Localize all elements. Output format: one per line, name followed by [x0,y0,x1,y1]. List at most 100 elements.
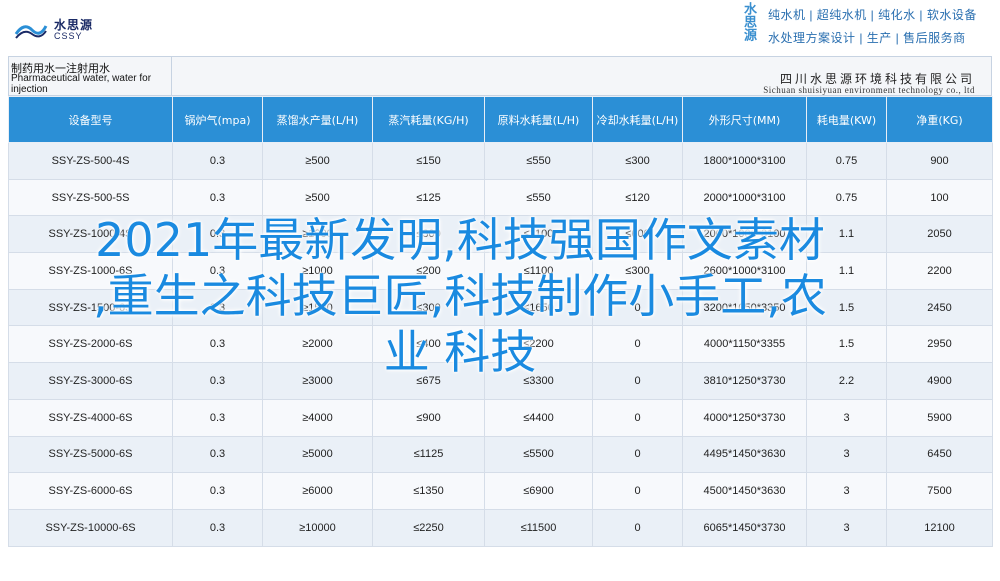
column-header: 蒸汽耗量(KG/H) [372,96,485,143]
page-header: 水思源 CSSY 水思源 纯水机 | 超纯水机 | 纯化水 | 软水设备 水处理… [0,0,1000,52]
table-cell: 1.1 [806,252,887,290]
table-cell: ≤1350 [372,472,485,510]
table-cell: 0.3 [172,508,263,547]
table-cell: ≤300 [372,288,485,327]
table-cell: ≤400 [372,325,485,364]
table-row: SSY-ZS-10000-6S 0.3 ≥10000 ≤2250 ≤11500 0 6065… [8,508,993,547]
table-cell: ≤5500 [484,435,593,474]
table-cell: 900 [886,142,993,180]
company-logo[interactable]: 水思源 CSSY [14,14,94,44]
table-cell: 0.75 [806,178,887,217]
table-row: SSY-ZS-6000-6S 0.3 ≥6000 ≤1350 ≤6900 0 4500*14… [8,472,993,510]
table-cell: 3 [806,398,887,437]
logo-text-en: CSSY [54,31,83,41]
table-cell: ≤3300 [484,362,593,400]
water-drop-logo-icon [14,25,48,39]
slogan-line-2: 水处理方案设计 | 生产 | 售后服务商 [768,31,966,45]
table-cell: 1800*1000*3100 [682,142,807,180]
table-cell: 2050 [886,215,993,254]
table-cell: 0 [592,362,683,400]
column-header: 净重(KG) [886,96,993,143]
slogan-line-1: 纯水机 | 超纯水机 | 纯化水 | 软水设备 [768,8,977,22]
table-row: SSY-ZS-4000-6S 0.3 ≥4000 ≤900 ≤4400 0 4000*125… [8,398,993,437]
table-cell: ≤900 [372,398,485,437]
table-cell: 3810*1250*3730 [682,362,807,400]
table-cell: ≥500 [262,178,373,217]
model-cell: SSY-ZS-3000-6S [8,362,173,400]
table-cell: ≥3000 [262,362,373,400]
table-cell: 2000*1000*3100 [682,215,807,254]
table-cell: 7500 [886,472,993,510]
model-cell: SSY-ZS-1000-6S [8,252,173,290]
spec-table-container: 制药用水一注射用水 Pharmaceutical water, water fo… [8,56,993,571]
table-row: SSY-ZS-500-5S 0.3 ≥500 ≤125 ≤550 ≤120 2000*100… [8,178,993,217]
table-cell: 6065*1450*3730 [682,508,807,547]
table-header-row: 设备型号 锅炉气(mpa) 蒸馏水产量(L/H) 蒸汽耗量(KG/H) 原料水耗量(L/… [8,96,993,143]
table-cell: 3 [806,472,887,510]
table-cell: ≤300 [592,142,683,180]
table-cell: 2450 [886,288,993,327]
table-cell: ≤125 [372,178,485,217]
table-cell: 0.3 [172,178,263,217]
table-cell: 0 [592,508,683,547]
table-row: SSY-ZS-500-4S 0.3 ≥500 ≤150 ≤550 ≤300 1800*100… [8,142,993,180]
table-cell: ≤550 [484,178,593,217]
table-cell: ≥1000 [262,215,373,254]
table-cell: 2.2 [806,362,887,400]
table-cell: ≤120 [592,178,683,217]
table-cell: ≤1125 [372,435,485,474]
table-cell: 1.1 [806,215,887,254]
table-title-block: 制药用水一注射用水 Pharmaceutical water, water fo… [8,56,172,96]
table-cell: ≤150 [372,142,485,180]
table-cell: 0.3 [172,325,263,364]
table-cell: 0 [592,435,683,474]
column-header: 原料水耗量(L/H) [484,96,593,143]
table-cell: ≥6000 [262,472,373,510]
table-cell: ≤1100 [484,252,593,290]
table-cell: ≤600 [592,215,683,254]
table-cell: 6450 [886,435,993,474]
table-cell: ≤675 [372,362,485,400]
table-cell: ≤300 [372,215,485,254]
column-header: 冷却水耗量(L/H) [592,96,683,143]
table-cell: ≤550 [484,142,593,180]
table-cell: 0 [592,472,683,510]
table-cell: 100 [886,178,993,217]
table-cell: 2950 [886,325,993,364]
table-cell: 3 [806,435,887,474]
table-cell: 2000*1000*3100 [682,178,807,217]
table-row: SSY-ZS-1000-6S 0.3 ≥1000 ≤200 ≤1100 ≤300 2600*… [8,252,993,290]
table-cell: 1.5 [806,325,887,364]
table-row: SSY-ZS-1000-4S 0.3 ≥1000 ≤300 ≤1100 ≤600 2000*… [8,215,993,254]
model-cell: SSY-ZS-1500-6S [8,288,173,327]
column-header: 蒸馏水产量(L/H) [262,96,373,143]
company-name-en: Sichuan shuisiyuan environment technolog… [763,85,975,95]
model-cell: SSY-ZS-1000-4S [8,215,173,254]
table-cell: ≥4000 [262,398,373,437]
table-row: SSY-ZS-5000-6S 0.3 ≥5000 ≤1125 ≤5500 0 4495*14… [8,435,993,474]
table-cell: 0 [592,288,683,327]
brand-vertical-label: 水思源 [742,2,757,41]
table-row: SSY-ZS-2000-6S 0.3 ≥2000 ≤400 ≤2200 0 4000*115… [8,325,993,364]
table-cell: ≥1000 [262,252,373,290]
table-cell: ≥10000 [262,508,373,547]
table-cell: 0.75 [806,142,887,180]
table-cell: 4000*1150*3355 [682,325,807,364]
table-cell: 0.3 [172,252,263,290]
table-row: SSY-ZS-1500-6S 0.3 ≥1500 ≤300 ≤1650 0 3200*105… [8,288,993,327]
model-cell: SSY-ZS-500-5S [8,178,173,217]
model-cell: SSY-ZS-10000-6S [8,508,173,547]
table-cell: 4900 [886,362,993,400]
table-cell: ≥2000 [262,325,373,364]
table-cell: ≥1500 [262,288,373,327]
table-cell: ≤11500 [484,508,593,547]
column-header: 设备型号 [8,96,173,143]
table-cell: 0.3 [172,398,263,437]
table-cell: 0.3 [172,472,263,510]
table-cell: ≥5000 [262,435,373,474]
brand-vertical-text: 水思源 [742,2,757,44]
table-cell: 4500*1450*3630 [682,472,807,510]
table-cell: ≤200 [372,252,485,290]
table-cell: ≤6900 [484,472,593,510]
column-header: 耗电量(KW) [806,96,887,143]
